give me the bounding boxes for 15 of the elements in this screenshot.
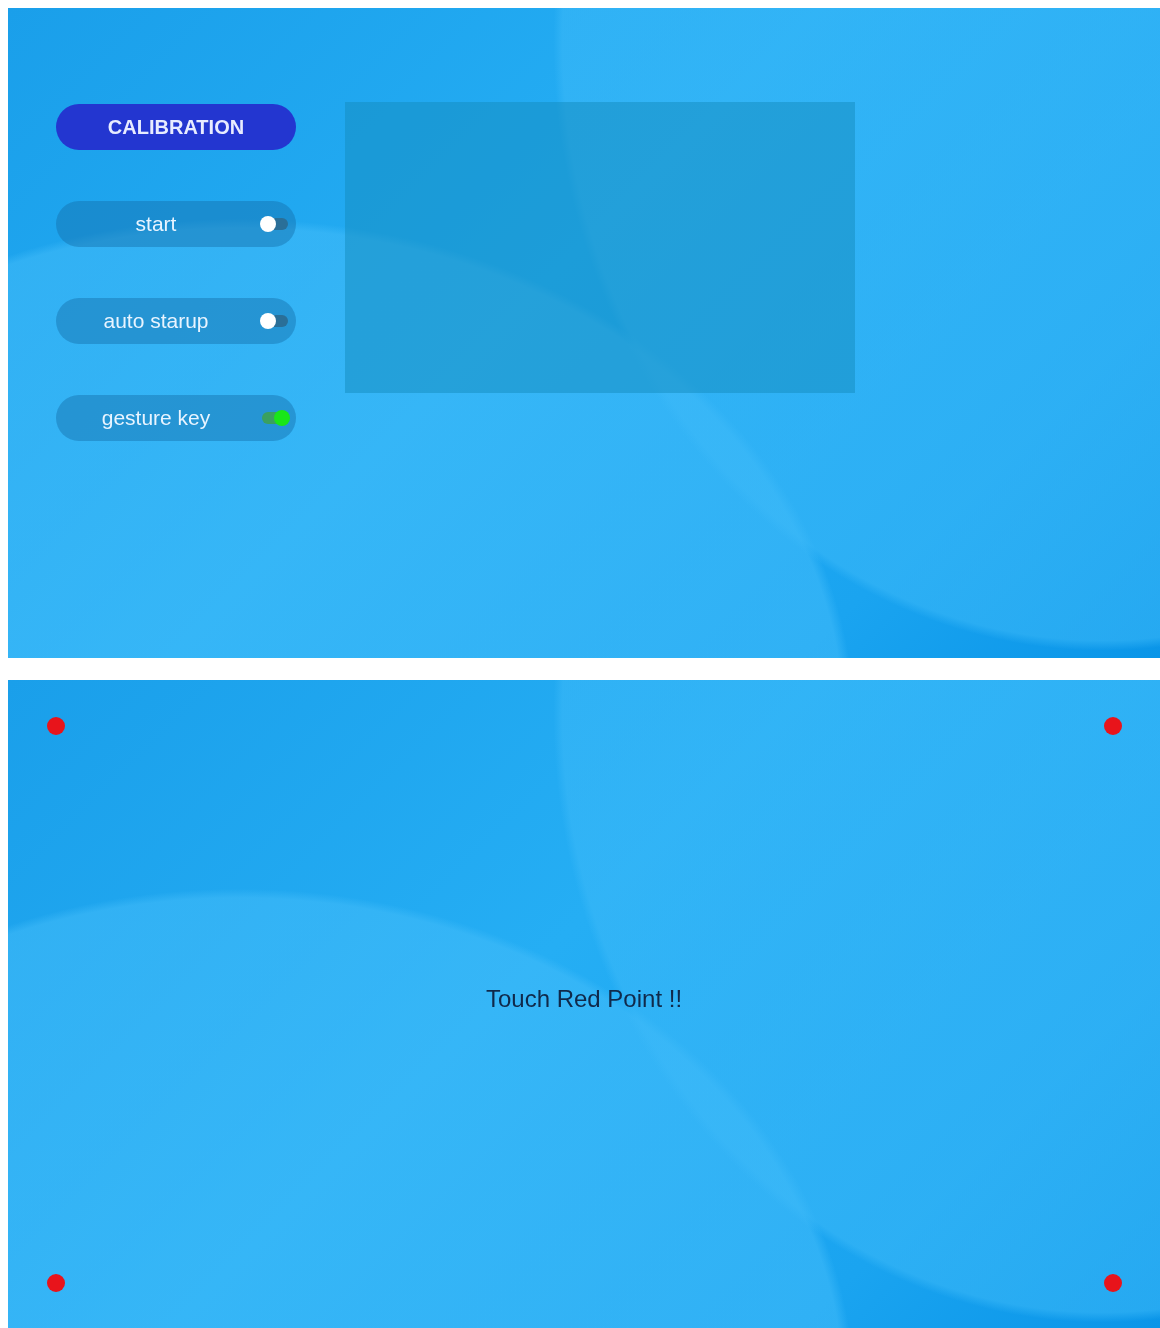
toggle-switch[interactable] [262, 412, 288, 424]
calibration-target-dot[interactable] [1104, 717, 1122, 735]
calibration-target-dot[interactable] [1104, 1274, 1122, 1292]
prompt-text: Touch Red Point !! [484, 985, 684, 1013]
calibration-button[interactable]: CALIBRATION [56, 104, 296, 150]
toggle-switch[interactable] [262, 218, 288, 230]
switch-row[interactable]: start [56, 201, 296, 247]
switch-row[interactable]: auto starup [56, 298, 296, 344]
switch-row[interactable]: gesture key [56, 395, 296, 441]
toggle-switch[interactable] [262, 315, 288, 327]
switch-label: start [135, 212, 177, 236]
switch-label: auto starup [103, 309, 209, 333]
switch-label: gesture key [101, 406, 211, 430]
calibration-target-dot[interactable] [47, 1274, 65, 1292]
calibration-target-dot[interactable] [47, 717, 65, 735]
